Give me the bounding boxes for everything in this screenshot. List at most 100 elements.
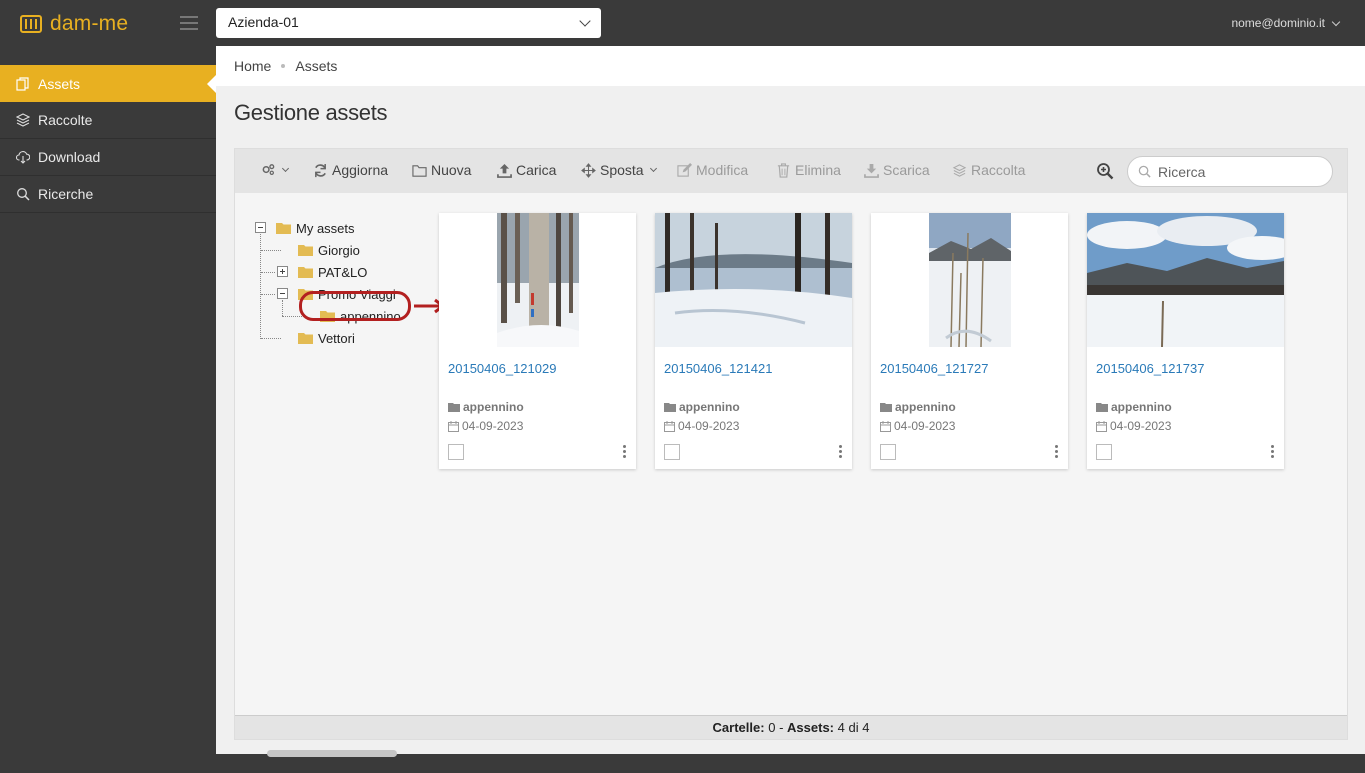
search-field[interactable] [1127,156,1333,187]
delete-label: Elimina [795,162,841,178]
new-folder-button[interactable]: Nuova [412,162,471,178]
asset-checkbox[interactable] [664,444,680,460]
search-icon [1138,165,1151,178]
asset-date-label: 04-09-2023 [1110,419,1172,433]
copy-icon [16,76,29,91]
asset-folder: appennino [1096,400,1172,414]
main-content: Home Assets Gestione assets Aggiorna Nuo… [216,46,1365,757]
calendar-icon [1096,420,1107,432]
kebab-menu-icon[interactable] [1271,445,1275,459]
asset-name[interactable]: 20150406_121029 [448,361,556,376]
asset-name[interactable]: 20150406_121727 [880,361,988,376]
download-button[interactable]: Scarica [864,162,930,178]
asset-folder-label: appennino [679,400,740,414]
breadcrumb-assets[interactable]: Assets [295,58,337,74]
photo-snowy-forest-clearing [655,213,852,347]
company-select-value: Azienda-01 [228,14,299,30]
asset-name[interactable]: 20150406_121737 [1096,361,1204,376]
asset-thumbnail[interactable] [655,213,852,347]
user-menu[interactable]: nome@dominio.it [1231,16,1341,30]
company-select[interactable]: Azienda-01 [216,8,601,38]
calendar-icon [880,420,891,432]
asset-checkbox[interactable] [1096,444,1112,460]
tree-connector [261,272,275,273]
breadcrumb: Home Assets [216,46,1365,86]
tree-node-giorgio[interactable]: Giorgio [298,241,360,259]
sidebar-item-label: Download [38,149,101,165]
status-separator: - [779,720,784,735]
move-dropdown-button[interactable]: Sposta [581,162,657,178]
collection-button[interactable]: Raccolta [952,162,1025,178]
user-email: nome@dominio.it [1231,16,1325,30]
kebab-menu-icon[interactable] [623,445,627,459]
collapse-icon[interactable] [277,288,288,299]
asset-thumbnail[interactable] [1087,213,1284,347]
sidebar-item-raccolte[interactable]: Raccolte [0,102,216,139]
asset-name[interactable]: 20150406_121421 [664,361,772,376]
refresh-button[interactable]: Aggiorna [313,162,388,178]
annotation-highlight [299,291,411,321]
chevron-down-icon [1331,17,1341,26]
asset-checkbox[interactable] [880,444,896,460]
folder-icon [664,403,676,412]
asset-thumbnail[interactable] [871,213,1068,347]
asset-checkbox[interactable] [448,444,464,460]
kebab-menu-icon[interactable] [839,445,843,459]
edit-button[interactable]: Modifica [677,162,748,178]
upload-button[interactable]: Carica [497,162,556,178]
new-folder-label: Nuova [431,162,472,178]
chevron-down-icon [649,164,657,173]
sidebar-item-label: Raccolte [38,112,93,128]
refresh-label: Aggiorna [332,162,389,178]
asset-date: 04-09-2023 [880,419,955,433]
collapse-icon[interactable] [255,222,266,233]
asset-card[interactable]: 20150406_121421 appennino 04-09-2023 [655,213,852,469]
asset-date: 04-09-2023 [1096,419,1171,433]
search-input[interactable] [1158,163,1318,180]
logo[interactable]: dam-me [20,12,128,36]
sidebar-item-assets[interactable]: Assets [0,65,216,102]
asset-thumbnail[interactable] [439,213,636,347]
edit-icon [677,162,692,177]
gears-icon [262,164,275,175]
tree-node-vettori[interactable]: Vettori [298,329,355,347]
sidebar-item-ricerche[interactable]: Ricerche [0,176,216,213]
folder-icon [880,403,892,412]
folder-icon [1096,403,1108,412]
asset-card[interactable]: 20150406_121029 appennino 04-09-2023 [439,213,636,469]
calendar-icon [448,420,459,432]
settings-dropdown-button[interactable] [261,162,290,177]
tree-node-label: Giorgio [318,242,360,258]
tree-node-patlo[interactable]: PAT&LO [298,263,367,281]
calendar-icon [664,420,675,432]
assets-count-label: Assets: [787,720,834,735]
asset-card[interactable]: 20150406_121727 appennino 04-09-2023 [871,213,1068,469]
sidebar-item-download[interactable]: Download [0,139,216,176]
asset-folder: appennino [880,400,956,414]
tree-connector [261,250,281,251]
folder-open-icon [412,164,427,177]
asset-folder-label: appennino [1111,400,1172,414]
kebab-menu-icon[interactable] [1055,445,1059,459]
breadcrumb-separator [281,64,286,68]
breadcrumb-home[interactable]: Home [234,58,271,74]
download-label: Scarica [883,162,930,178]
tree-horizontal-scrollbar[interactable] [267,750,422,758]
chevron-down-icon [281,164,290,172]
asset-card[interactable]: 20150406_121737 appennino 04-09-2023 [1087,213,1284,469]
asset-folder: appennino [448,400,524,414]
folder-icon [298,333,313,344]
zoom-in-icon[interactable] [1096,162,1114,180]
cloud-download-icon [16,151,30,164]
folder-icon [298,245,313,256]
folders-count-label: Cartelle: [712,720,765,735]
tree-node-label: My assets [296,220,355,236]
delete-button[interactable]: Elimina [776,162,841,178]
menu-toggle-icon[interactable] [180,16,198,30]
folder-icon [448,403,460,412]
assets-count-value: 4 di 4 [837,720,870,735]
expand-icon[interactable] [277,266,288,277]
tree-node-my-assets[interactable]: My assets [276,219,355,237]
scrollbar-thumb[interactable] [267,750,397,757]
sidebar: Assets Raccolte Download Ricerche [0,46,216,773]
